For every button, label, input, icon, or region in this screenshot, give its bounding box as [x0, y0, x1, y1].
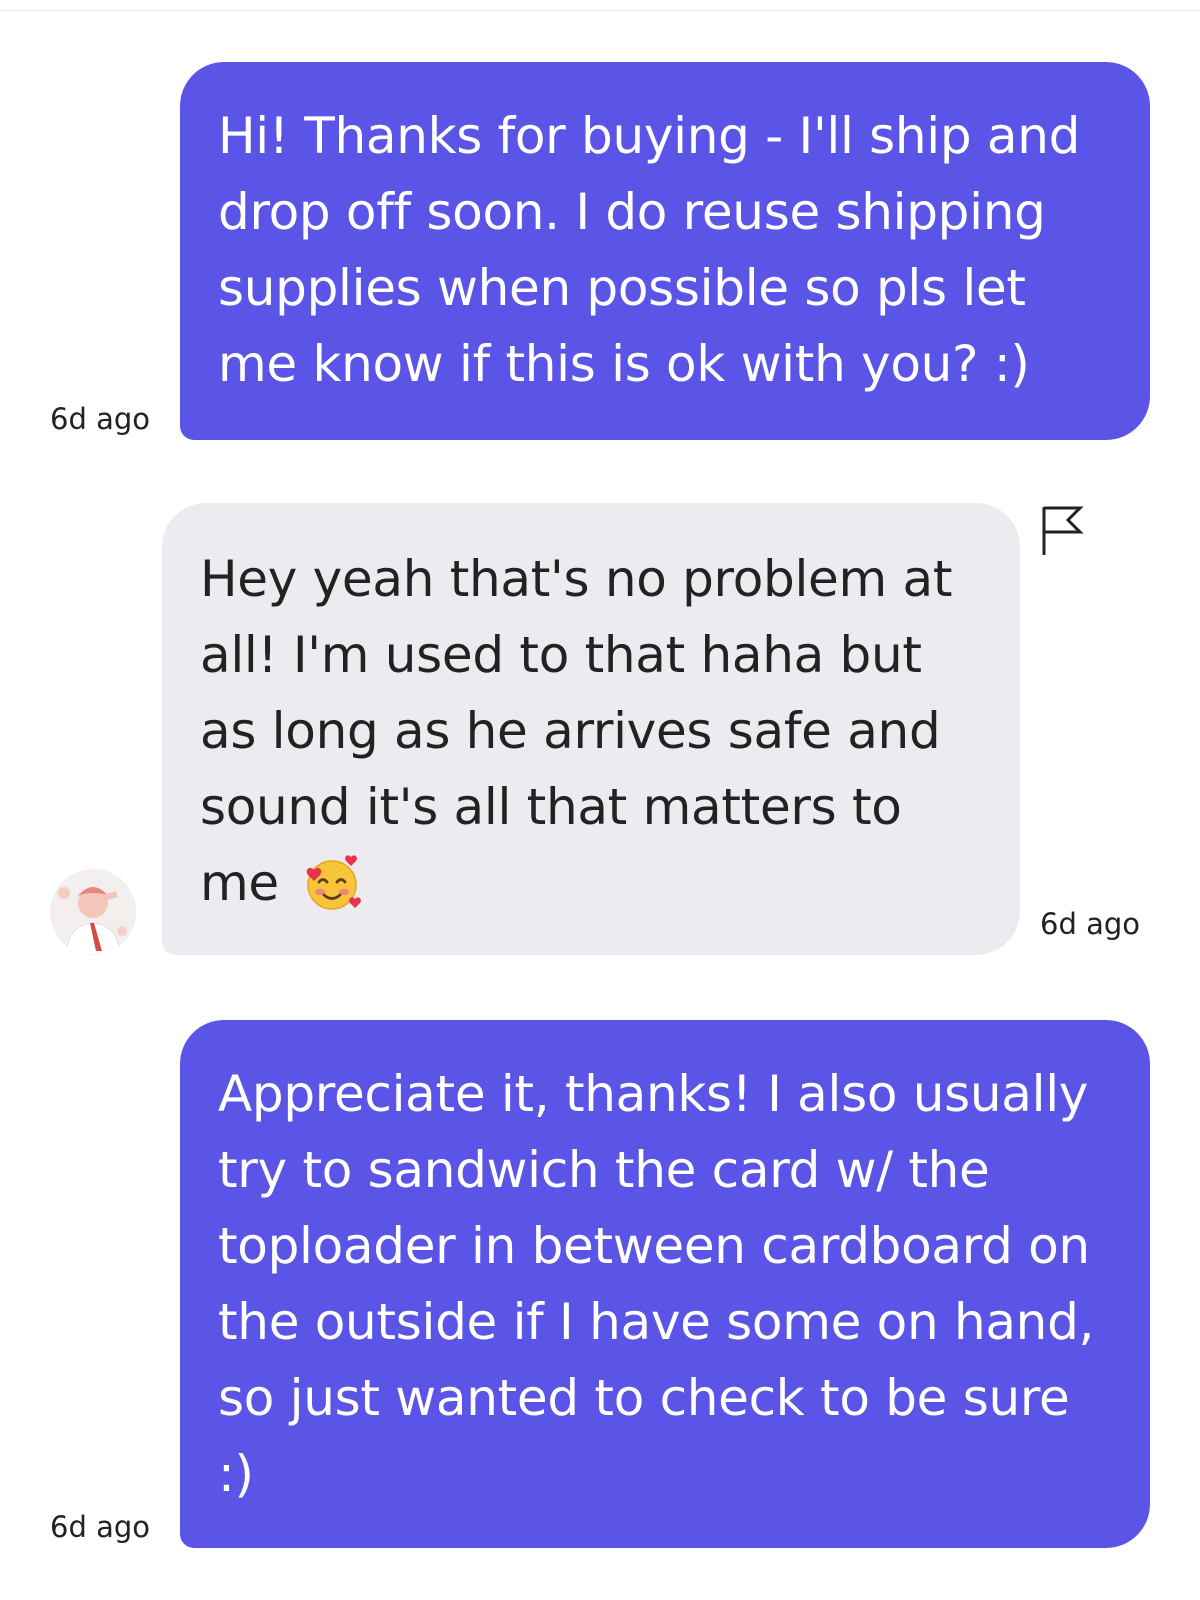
- avatar[interactable]: [50, 869, 136, 955]
- message-text: Hi! Thanks for buying - I'll ship and dr…: [218, 107, 1081, 393]
- top-divider: [0, 10, 1200, 11]
- message-bubble-received[interactable]: Hey yeah that's no problem at all! I'm u…: [162, 503, 1020, 955]
- smiling-face-with-hearts-icon: [307, 854, 362, 910]
- message-bubble-sent[interactable]: Hi! Thanks for buying - I'll ship and dr…: [180, 62, 1150, 440]
- message-timestamp: 6d ago: [1040, 907, 1140, 941]
- message-text: Appreciate it, thanks! I also usually tr…: [218, 1065, 1095, 1503]
- message-bubble-sent[interactable]: Appreciate it, thanks! I also usually tr…: [180, 1020, 1150, 1548]
- message-timestamp: 6d ago: [50, 402, 150, 436]
- avatar-image: [50, 869, 136, 955]
- message-timestamp: 6d ago: [50, 1510, 150, 1544]
- flag-icon[interactable]: [1040, 505, 1084, 557]
